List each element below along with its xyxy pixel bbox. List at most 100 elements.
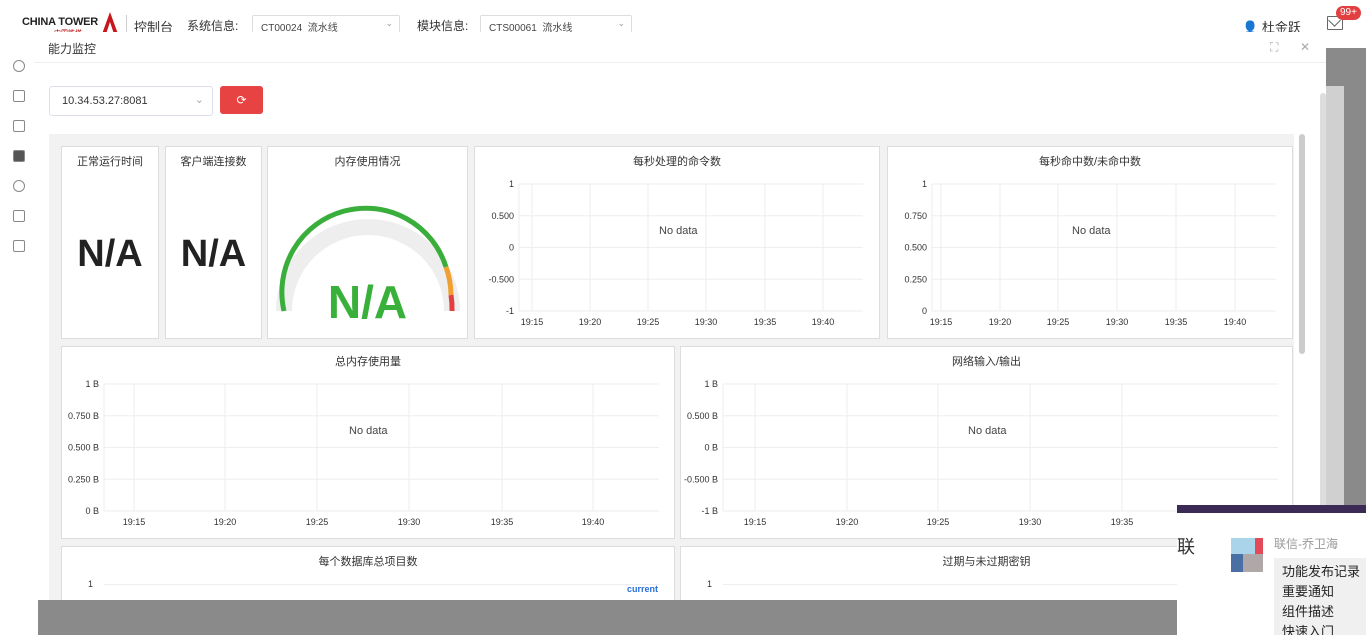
x-tick-label: 19:30: [695, 317, 718, 327]
grid-icon[interactable]: [13, 150, 25, 162]
commands-chart: 1 0.500 0 -0.500 -1 19:15 19:20 19:25 19:30 19:35…: [488, 179, 863, 327]
x-tick-label: 19:25: [927, 517, 950, 527]
x-tick-label: 19:30: [398, 517, 421, 527]
dialog-body: 10.34.53.27:8081 ⌄ ⟳ 正常运行时间 N/A 客户端连接数 N/…: [34, 63, 1326, 600]
dialog-title: 能力监控: [48, 42, 97, 56]
y-tick-label: 1 B: [85, 379, 99, 389]
hits-chart: 1 0.750 0.500 0.250 019:15 19:20 19:25 19:30 19:…: [904, 179, 1276, 327]
x-tick-label: 19:40: [1224, 317, 1247, 327]
memory-value: N/A: [327, 276, 408, 328]
y-tick: 1: [88, 579, 94, 589]
menu-item-notices[interactable]: 重要通知: [1282, 582, 1361, 602]
divider: [126, 15, 127, 33]
document-icon[interactable]: [13, 90, 25, 102]
no-data-label: No data: [1072, 225, 1111, 237]
panel-title: 客户端连接数: [180, 156, 247, 168]
sidebar: [0, 48, 38, 635]
fullscreen-icon[interactable]: ⛶: [1270, 40, 1278, 55]
y-tick-label: 0.500: [491, 211, 514, 221]
y-tick-label: 0.250: [904, 274, 927, 284]
x-tick-label: 19:25: [637, 317, 660, 327]
x-tick-label: 19:35: [491, 517, 514, 527]
panel-title: 内存使用情况: [334, 156, 401, 168]
server-select-value: 10.34.53.27:8081: [62, 95, 148, 107]
menu-item-components[interactable]: 组件描述: [1282, 602, 1361, 622]
y-tick-label: 1: [922, 179, 927, 189]
db-items-panel: 每个数据库总项目数 1 current: [61, 546, 675, 600]
x-tick-label: 19:25: [1047, 317, 1070, 327]
y-tick-label: -1 B: [701, 506, 718, 516]
clients-value: N/A: [180, 233, 247, 275]
x-tick-label: 19:20: [579, 317, 602, 327]
monitor-icon[interactable]: [13, 240, 25, 252]
commands-panel: 每秒处理的命令数 1 0.500 0 -0.500 -1 19:15 19:20 19:25 1…: [474, 146, 880, 339]
total-memory-panel: 总内存使用量 1 B 0.750 B 0.500 B 0.250 B0 B 19:15 1…: [61, 346, 675, 539]
y-tick-label: 0.500 B: [687, 411, 718, 421]
y-tick-label: 1: [509, 179, 514, 189]
app-root: CHINA TOWER 中国铁塔 控制台 系统信息: CT00024_流水线⌄ …: [0, 0, 1366, 635]
x-tick-label: 19:30: [1019, 517, 1042, 527]
hits-panel: 每秒命中数/未命中数 1 0.750 0.500 0.250 0 19:15 19:20 19…: [887, 146, 1293, 339]
y-tick-label: 0 B: [85, 506, 99, 516]
notification-popup: 联 联信-乔卫海 功能发布记录 重要通知 组件描述 快速入门: [1177, 505, 1366, 635]
y-tick-label: 0.750: [904, 211, 927, 221]
monitor-dialog: 能力监控 ⛶ ✕ 10.34.53.27:8081 ⌄ ⟳ 正常运行时间 N/A …: [34, 32, 1326, 600]
y-tick-label: -0.500 B: [684, 474, 718, 484]
gridline: [104, 584, 659, 585]
y-tick-label: 0.500: [904, 243, 927, 253]
x-tick-label: 19:30: [1106, 317, 1129, 327]
no-data-label: No data: [349, 425, 388, 437]
refresh-button[interactable]: ⟳: [220, 86, 263, 114]
logo-text: CHINA TOWER: [22, 16, 99, 28]
printer-icon[interactable]: [13, 210, 25, 222]
dialog-header: 能力监控 ⛶ ✕: [34, 32, 1326, 63]
x-tick-label: 19:20: [214, 517, 237, 527]
x-tick-label: 19:40: [582, 517, 605, 527]
y-tick-label: -1: [506, 306, 514, 316]
x-tick-label: 19:20: [989, 317, 1012, 327]
legend-current[interactable]: current: [627, 584, 658, 594]
dashboard-grid: 正常运行时间 N/A 客户端连接数 N/A 内存使用情况 N/A 每秒处理的命令…: [49, 134, 1294, 600]
y-tick-label: -0.500: [488, 274, 514, 284]
panel-title: 正常运行时间: [77, 156, 143, 168]
total-memory-chart: 1 B 0.750 B 0.500 B 0.250 B 0 B 19:15 19:20 19:…: [68, 379, 659, 527]
x-tick-label: 19:35: [754, 317, 777, 327]
user-icon[interactable]: [13, 60, 25, 72]
uptime-panel: 正常运行时间 N/A: [61, 146, 159, 339]
server-select[interactable]: 10.34.53.27:8081 ⌄: [49, 86, 213, 116]
x-tick-label: 19:25: [306, 517, 329, 527]
x-tick-label: 19:15: [123, 517, 146, 527]
x-tick-label: 19:15: [744, 517, 767, 527]
menu-item-release-notes[interactable]: 功能发布记录: [1282, 562, 1361, 582]
chevron-down-icon: ⌄: [194, 94, 204, 106]
menu-item-quickstart[interactable]: 快速入门: [1282, 622, 1361, 635]
at-icon[interactable]: [13, 180, 25, 192]
x-tick-label: 19:15: [521, 317, 544, 327]
y-tick-label: 0.250 B: [68, 474, 99, 484]
y-tick-label: 0: [922, 306, 927, 316]
y-tick-label: 1 B: [704, 379, 718, 389]
x-tick-label: 19:35: [1165, 317, 1188, 327]
y-tick: 1: [707, 579, 713, 589]
no-data-label: No data: [659, 225, 698, 237]
avatar[interactable]: [1231, 538, 1263, 572]
close-icon[interactable]: ✕: [1300, 40, 1310, 54]
x-tick-label: 19:20: [836, 517, 859, 527]
grid-scrollbar[interactable]: [1299, 134, 1305, 354]
popup-sender: 联信-乔卫海: [1274, 537, 1338, 551]
y-tick-label: 0: [509, 243, 514, 253]
refresh-icon: ⟳: [236, 93, 247, 107]
background-panel: [1326, 86, 1344, 530]
popup-header-strip: [1177, 505, 1366, 513]
y-tick-label: 0 B: [704, 443, 718, 453]
popup-menu: 功能发布记录 重要通知 组件描述 快速入门: [1274, 558, 1366, 635]
y-tick-label: 0.500 B: [68, 443, 99, 453]
panel-title: 每个数据库总项目数: [318, 556, 418, 568]
camera-icon[interactable]: [13, 120, 25, 132]
x-tick-label: 19:35: [1111, 517, 1134, 527]
x-tick-label: 19:40: [812, 317, 835, 327]
no-data-label: No data: [968, 425, 1007, 437]
mail-badge: 99+: [1336, 6, 1361, 20]
memory-panel: 内存使用情况 N/A: [267, 146, 468, 339]
clients-panel: 客户端连接数 N/A: [165, 146, 262, 339]
